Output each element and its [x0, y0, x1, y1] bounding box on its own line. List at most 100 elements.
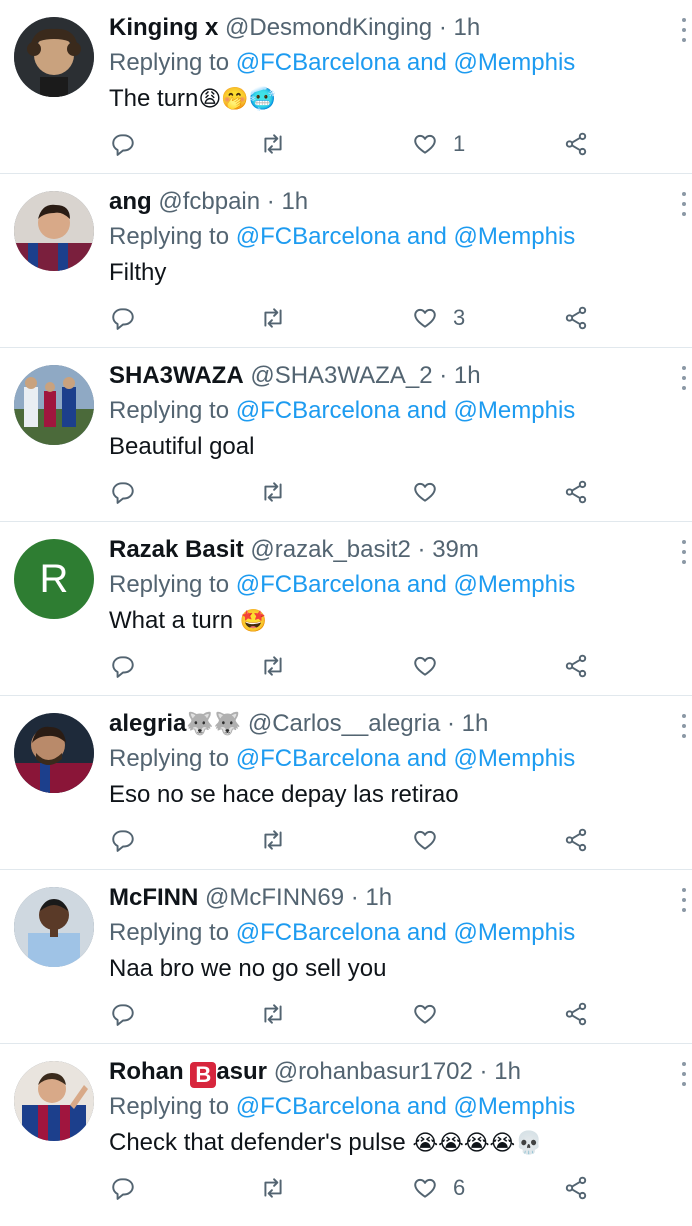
user-handle[interactable]: @fcbpain	[158, 188, 260, 215]
display-name[interactable]: Razak Basit	[109, 536, 244, 563]
avatar[interactable]	[14, 713, 94, 793]
share-button[interactable]	[563, 1170, 589, 1206]
reply-button[interactable]	[110, 648, 136, 684]
tweet-text: Check that defender's pulse 😭😭😭😭💀	[109, 1127, 662, 1159]
like-button[interactable]: 6	[412, 1170, 465, 1206]
like-button[interactable]	[412, 648, 453, 684]
action-bar: 1	[0, 126, 692, 162]
like-button[interactable]	[412, 996, 453, 1032]
more-options-icon[interactable]	[680, 540, 688, 564]
tweet-emojis: 😩🤭🥶	[198, 86, 277, 111]
more-options-icon[interactable]	[680, 192, 688, 216]
avatar[interactable]	[14, 17, 94, 97]
heart-icon	[414, 656, 436, 676]
like-button[interactable]	[412, 474, 453, 510]
tweet-text: Beautiful goal	[109, 431, 662, 463]
share-button[interactable]	[563, 126, 589, 162]
timestamp[interactable]: 1h	[453, 14, 480, 41]
mention-links[interactable]: @FCBarcelona and @Memphis	[236, 1093, 576, 1120]
display-name[interactable]: alegria	[109, 710, 186, 737]
like-button[interactable]: 3	[412, 300, 465, 336]
tweet-text: Eso no se hace depay las retirao	[109, 779, 662, 811]
reply-button[interactable]	[110, 126, 136, 162]
timestamp[interactable]: 1h	[281, 188, 308, 215]
more-options-icon[interactable]	[680, 1062, 688, 1086]
like-button[interactable]: 1	[412, 126, 465, 162]
avatar[interactable]	[14, 365, 94, 445]
reply-tweet[interactable]: SHA3WAZA @SHA3WAZA_2 · 1h Replying to @F…	[0, 348, 692, 522]
replying-prefix: Replying to	[109, 49, 230, 76]
retweet-button[interactable]	[260, 300, 286, 336]
reply-icon	[112, 308, 134, 330]
retweet-button[interactable]	[260, 126, 286, 162]
display-name[interactable]: Rohan Basur	[109, 1058, 267, 1088]
display-name[interactable]: Kinging x	[109, 14, 218, 41]
retweet-button[interactable]	[260, 822, 286, 858]
reply-tweet[interactable]: ang @fcbpain · 1h Replying to @FCBarcelo…	[0, 174, 692, 348]
display-name[interactable]: McFINN	[109, 884, 198, 911]
reply-tweet[interactable]: alegria🐺🐺 @Carlos__alegria · 1h Replying…	[0, 696, 692, 870]
more-options-icon[interactable]	[680, 714, 688, 738]
share-button[interactable]	[563, 996, 589, 1032]
mention-links[interactable]: @FCBarcelona and @Memphis	[236, 49, 576, 76]
replying-to: Replying to @FCBarcelona and @Memphis	[109, 917, 662, 949]
reply-button[interactable]	[110, 474, 136, 510]
display-name[interactable]: SHA3WAZA	[109, 362, 244, 389]
share-button[interactable]	[563, 822, 589, 858]
mention-links[interactable]: @FCBarcelona and @Memphis	[236, 745, 576, 772]
action-bar	[0, 822, 692, 858]
user-handle[interactable]: @DesmondKinging	[225, 14, 432, 41]
mention-links[interactable]: @FCBarcelona and @Memphis	[236, 397, 576, 424]
like-count: 1	[453, 131, 466, 156]
separator: ·	[479, 1058, 488, 1085]
more-options-icon[interactable]	[680, 888, 688, 912]
retweet-button[interactable]	[260, 648, 286, 684]
more-options-icon[interactable]	[680, 366, 688, 390]
retweet-button[interactable]	[260, 474, 286, 510]
mention-links[interactable]: @FCBarcelona and @Memphis	[236, 571, 576, 598]
user-handle[interactable]: @rohanbasur1702	[274, 1058, 473, 1085]
mention-links[interactable]: @FCBarcelona and @Memphis	[236, 223, 576, 250]
like-count: 3	[453, 305, 466, 330]
avatar[interactable]	[14, 191, 94, 271]
user-handle[interactable]: @SHA3WAZA_2	[250, 362, 432, 389]
reply-button[interactable]	[110, 996, 136, 1032]
timestamp[interactable]: 1h	[462, 710, 489, 737]
share-button[interactable]	[563, 648, 589, 684]
like-count: 6	[453, 1175, 466, 1200]
retweet-icon	[264, 482, 282, 502]
reply-tweet[interactable]: Kinging x @DesmondKinging · 1h Replying …	[0, 0, 692, 174]
user-handle[interactable]: @Carlos__alegria	[248, 710, 440, 737]
user-handle[interactable]: @McFINN69	[205, 884, 344, 911]
timestamp[interactable]: 1h	[454, 362, 481, 389]
like-button[interactable]	[412, 822, 453, 858]
heart-icon	[414, 134, 436, 154]
replying-to: Replying to @FCBarcelona and @Memphis	[109, 221, 662, 253]
reply-button[interactable]	[110, 822, 136, 858]
avatar[interactable]: R	[14, 539, 94, 619]
timestamp[interactable]: 1h	[494, 1058, 521, 1085]
mention-links[interactable]: @FCBarcelona and @Memphis	[236, 919, 576, 946]
share-icon	[565, 480, 587, 504]
reply-button[interactable]	[110, 1170, 136, 1206]
share-button[interactable]	[563, 300, 589, 336]
reply-tweet[interactable]: Rohan Basur @rohanbasur1702 · 1h Replyin…	[0, 1044, 692, 1218]
reply-tweet[interactable]: McFINN @McFINN69 · 1h Replying to @FCBar…	[0, 870, 692, 1044]
more-options-icon[interactable]	[680, 18, 688, 42]
action-bar	[0, 996, 692, 1032]
avatar[interactable]	[14, 887, 94, 967]
share-button[interactable]	[563, 474, 589, 510]
retweet-button[interactable]	[260, 996, 286, 1032]
tweet-text: Naa bro we no go sell you	[109, 953, 662, 985]
name-part-1: Rohan	[109, 1058, 191, 1085]
display-name[interactable]: ang	[109, 188, 152, 215]
separator: ·	[438, 14, 447, 41]
action-bar	[0, 648, 692, 684]
avatar[interactable]	[14, 1061, 94, 1141]
retweet-button[interactable]	[260, 1170, 286, 1206]
reply-tweet[interactable]: R Razak Basit @razak_basit2 · 39m Replyi…	[0, 522, 692, 696]
reply-button[interactable]	[110, 300, 136, 336]
timestamp[interactable]: 39m	[432, 536, 479, 563]
user-handle[interactable]: @razak_basit2	[250, 536, 410, 563]
timestamp[interactable]: 1h	[365, 884, 392, 911]
